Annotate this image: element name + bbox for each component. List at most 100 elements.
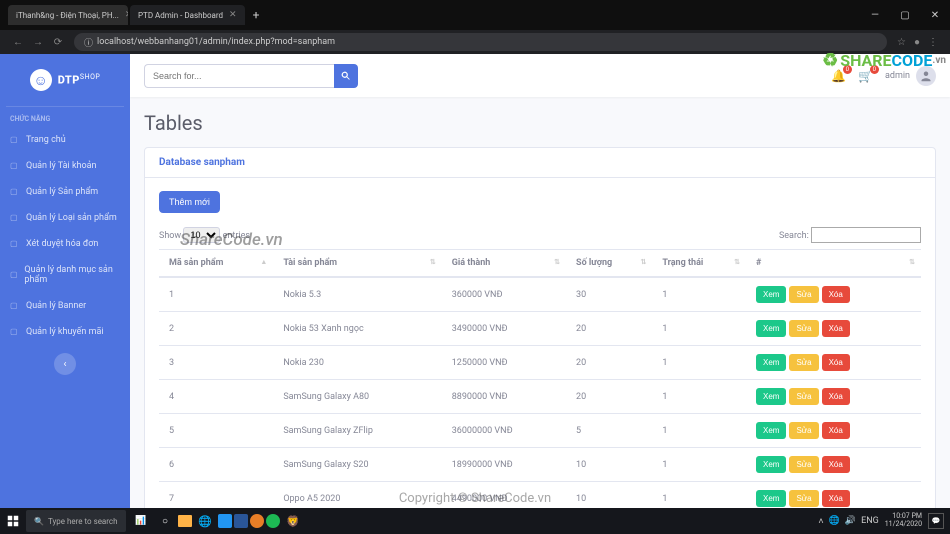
edit-button[interactable]: Sửa xyxy=(789,456,818,473)
cell-actions: XemSửaXóa xyxy=(746,277,921,312)
reload-button[interactable]: ⟳ xyxy=(48,37,68,48)
close-icon[interactable]: ✕ xyxy=(229,10,237,20)
del-button[interactable]: Xóa xyxy=(822,354,850,371)
url-bar[interactable]: ⓘ localhost/webbanhang01/admin/index.php… xyxy=(74,33,887,51)
system-tray[interactable]: ˄ 🌐 🔊 ENG xyxy=(818,516,878,527)
sidebar-item[interactable]: Quản lý Loại sản phẩm xyxy=(0,205,130,231)
sidebar-item[interactable]: Quản lý Banner xyxy=(0,293,130,319)
edit-button[interactable]: Sửa xyxy=(789,388,818,405)
bookmark-icon[interactable]: ☆ xyxy=(893,37,910,48)
nav-icon xyxy=(10,135,20,145)
tb-app-xampp[interactable] xyxy=(250,514,264,528)
col-qty[interactable]: Số lượng⇅ xyxy=(566,250,652,278)
edit-button[interactable]: Sửa xyxy=(789,354,818,371)
username: admin xyxy=(885,71,910,81)
sidebar-toggle[interactable]: ‹ xyxy=(54,353,76,375)
search-button[interactable] xyxy=(334,64,358,88)
new-tab-button[interactable]: + xyxy=(247,8,266,22)
view-button[interactable]: Xem xyxy=(756,422,786,439)
col-price[interactable]: Giá thành⇅ xyxy=(442,250,566,278)
wm-vn: .vn xyxy=(932,55,946,66)
cell-actions: XemSửaXóa xyxy=(746,414,921,448)
sidebar-item[interactable]: Quản lý Sản phẩm xyxy=(0,179,130,205)
close-icon[interactable]: ✕ xyxy=(125,10,128,20)
cell-qty: 5 xyxy=(566,414,652,448)
tab-label: iThanh&ng - Điện Thoại, PH... xyxy=(16,11,119,20)
tb-app-brave[interactable]: 🦁 xyxy=(282,510,304,532)
cell-id: 3 xyxy=(159,346,273,380)
tray-volume-icon[interactable]: 🔊 xyxy=(845,516,856,527)
edit-button[interactable]: Sửa xyxy=(789,320,818,337)
cell-status: 1 xyxy=(652,448,746,482)
tb-app-1[interactable]: 📊 xyxy=(130,510,152,532)
search-input[interactable] xyxy=(144,64,334,88)
maximize-button[interactable]: ▢ xyxy=(890,3,920,27)
tb-app-cortana[interactable]: ○ xyxy=(154,510,176,532)
view-button[interactable]: Xem xyxy=(756,354,786,371)
browser-tab[interactable]: iThanh&ng - Điện Thoại, PH... ✕ xyxy=(8,5,128,25)
taskbar-search[interactable]: 🔍 Type here to search xyxy=(26,510,126,532)
profile-icon[interactable]: ● xyxy=(910,37,924,48)
browser-tabs: iThanh&ng - Điện Thoại, PH... ✕ PTD Admi… xyxy=(8,3,265,27)
sidebar-item[interactable]: Quản lý khuyến mãi xyxy=(0,319,130,345)
del-button[interactable]: Xóa xyxy=(822,388,850,405)
col-status[interactable]: Trạng thái⇅ xyxy=(652,250,746,278)
del-button[interactable]: Xóa xyxy=(822,320,850,337)
notifications-button[interactable]: 💬 xyxy=(928,513,944,529)
nav-icon xyxy=(10,301,20,311)
tray-network-icon[interactable]: 🌐 xyxy=(829,516,840,527)
taskbar-search-placeholder: Type here to search xyxy=(48,517,118,526)
edit-button[interactable]: Sửa xyxy=(789,422,818,439)
col-name[interactable]: Tài sản phẩm⇅ xyxy=(273,250,441,278)
view-button[interactable]: Xem xyxy=(756,286,786,303)
watermark-center-1: ShareCode.vn xyxy=(180,230,283,250)
del-button[interactable]: Xóa xyxy=(822,456,850,473)
view-button[interactable]: Xem xyxy=(756,490,786,507)
sidebar-item[interactable]: Trang chủ xyxy=(0,127,130,153)
cell-actions: XemSửaXóa xyxy=(746,482,921,509)
menu-icon[interactable]: ⋮ xyxy=(924,37,942,48)
table-row: 1Nokia 5.3360000 VNĐ301XemSửaXóa xyxy=(159,277,921,312)
taskbar-clock[interactable]: 10:07 PM 11/24/2020 xyxy=(885,513,922,528)
tb-app-vscode[interactable] xyxy=(218,514,232,528)
sidebar-item[interactable]: Xét duyệt hóa đơn xyxy=(0,231,130,257)
sort-icon: ⇅ xyxy=(554,258,560,266)
cell-price: 36000000 VNĐ xyxy=(442,414,566,448)
view-button[interactable]: Xem xyxy=(756,456,786,473)
col-actions[interactable]: #⇅ xyxy=(746,250,921,278)
view-button[interactable]: Xem xyxy=(756,388,786,405)
tray-lang-icon[interactable]: ENG xyxy=(861,516,879,527)
cell-name: Nokia 5.3 xyxy=(273,277,441,312)
back-button[interactable]: ← xyxy=(8,37,28,48)
brand[interactable]: ☺ DTPSHOP xyxy=(0,54,130,106)
datatable-search-input[interactable] xyxy=(811,227,921,243)
tb-app-word[interactable] xyxy=(234,514,248,528)
minimize-button[interactable]: — xyxy=(860,3,890,27)
cell-price: 1250000 VNĐ xyxy=(442,346,566,380)
cell-id: 5 xyxy=(159,414,273,448)
del-button[interactable]: Xóa xyxy=(822,490,850,507)
watermark-corner: ♻ SHARE CODE .vn xyxy=(822,50,946,71)
sidebar-item[interactable]: Quản lý danh mục sản phẩm xyxy=(0,257,130,293)
col-id[interactable]: Mã sản phẩm▲ xyxy=(159,250,273,278)
tb-app-chrome[interactable]: 🌐 xyxy=(194,510,216,532)
del-button[interactable]: Xóa xyxy=(822,422,850,439)
edit-button[interactable]: Sửa xyxy=(789,490,818,507)
view-button[interactable]: Xem xyxy=(756,320,786,337)
cell-qty: 20 xyxy=(566,346,652,380)
table-row: 4SamSung Galaxy A808890000 VNĐ201XemSửaX… xyxy=(159,380,921,414)
browser-tab-active[interactable]: PTD Admin - Dashboard ✕ xyxy=(130,5,245,25)
tray-chevron-icon[interactable]: ˄ xyxy=(818,516,823,527)
tb-app-explorer[interactable] xyxy=(178,515,192,527)
sidebar-item[interactable]: Quản lý Tài khoản xyxy=(0,153,130,179)
start-button[interactable] xyxy=(0,508,26,534)
table-row: 2Nokia 53 Xanh ngọc3490000 VNĐ201XemSửaX… xyxy=(159,312,921,346)
close-button[interactable]: ✕ xyxy=(920,3,950,27)
forward-button[interactable]: → xyxy=(28,37,48,48)
add-button[interactable]: Thêm mới xyxy=(159,191,220,213)
del-button[interactable]: Xóa xyxy=(822,286,850,303)
edit-button[interactable]: Sửa xyxy=(789,286,818,303)
tb-app-spotify[interactable] xyxy=(266,514,280,528)
cell-status: 1 xyxy=(652,414,746,448)
cell-qty: 20 xyxy=(566,312,652,346)
